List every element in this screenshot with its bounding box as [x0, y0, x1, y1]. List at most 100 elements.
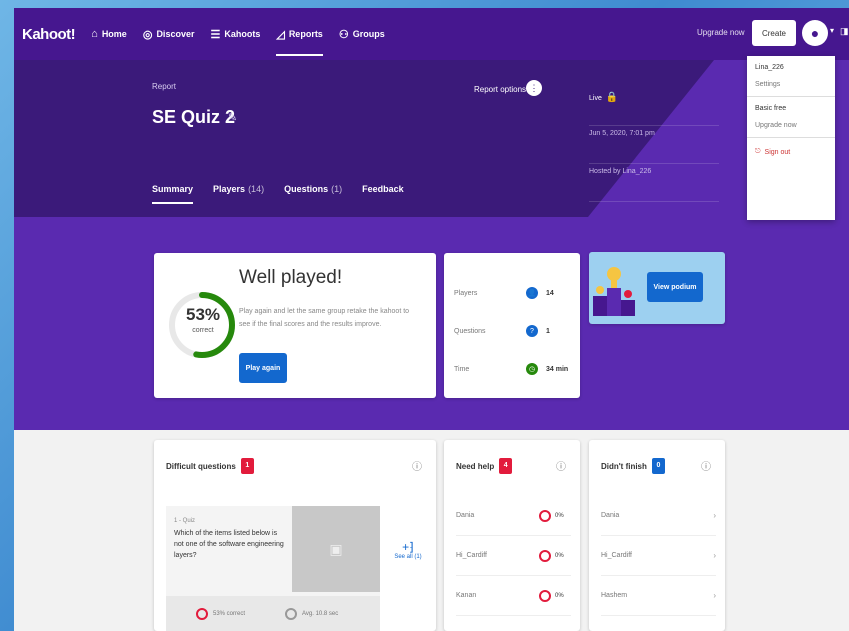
- dropdown-plan-section: Basic free Upgrade now: [747, 97, 835, 138]
- home-icon: ⌂: [91, 28, 98, 40]
- stat-questions-value: 1: [546, 327, 550, 335]
- meta-host: Hosted by Lina_226: [589, 164, 719, 202]
- nav-groups[interactable]: ⚇ Groups: [339, 8, 385, 60]
- meta-status: Live 🔒: [589, 88, 719, 126]
- correct-ring-icon: [196, 607, 208, 620]
- dropdown-settings[interactable]: Settings: [755, 81, 827, 88]
- stat-time-label: Time: [454, 365, 470, 373]
- tab-feedback-label: Feedback: [362, 184, 404, 194]
- question-item[interactable]: 1 - Quiz Which of the items listed below…: [166, 506, 380, 631]
- podium-illustration: [593, 267, 635, 316]
- difficult-questions-card: Difficult questions 1 ⓘ 1 - Quiz Which o…: [154, 440, 436, 631]
- question-number: 1 - Quiz: [174, 518, 196, 524]
- list-item[interactable]: Dania ›: [601, 496, 716, 536]
- didnt-finish-title-label: Didn't finish: [601, 461, 647, 471]
- sign-out-button[interactable]: ⎋ Sign out: [747, 138, 835, 166]
- stat-questions: Questions ? 1: [454, 321, 574, 341]
- player-score: 0%: [555, 552, 564, 559]
- account-dropdown: Lina_226 Settings Basic free Upgrade now…: [747, 56, 835, 220]
- play-again-button[interactable]: Play again: [239, 353, 287, 383]
- need-help-title: Need help 4: [456, 458, 513, 474]
- nav-reports-label: Reports: [288, 29, 323, 39]
- chevron-right-icon: ›: [713, 551, 716, 560]
- chart-icon: ◿: [276, 28, 285, 41]
- list-item[interactable]: Hi_Cardiff 0%: [456, 536, 571, 576]
- difficult-title-label: Difficult questions: [166, 461, 236, 471]
- top-navigation: Kahoot! ⌂ Home ◎ Discover ☰ Kahoots ◿ Re…: [14, 8, 849, 60]
- question-correct: 53% correct: [213, 610, 246, 617]
- report-meta: Live 🔒 Jun 5, 2020, 7:01 pm Hosted by Lin…: [589, 88, 719, 202]
- stats-card: Players 👤 14 Questions ? 1 Time ◷ 34 min: [444, 253, 580, 398]
- list-item[interactable]: Hashem ›: [601, 576, 716, 616]
- caret-down-icon[interactable]: ▾: [830, 26, 834, 35]
- create-button[interactable]: Create: [752, 20, 796, 46]
- pencil-icon[interactable]: ✎: [228, 111, 237, 124]
- list-icon: ☰: [210, 28, 221, 41]
- player-name: Dania: [601, 512, 620, 519]
- more-options-icon[interactable]: ⋮: [526, 80, 542, 96]
- dropdown-upgrade[interactable]: Upgrade now: [755, 122, 827, 129]
- tab-players-label: Players: [213, 184, 246, 194]
- stat-questions-label: Questions: [454, 327, 486, 335]
- player-name: Dania: [456, 512, 475, 519]
- difficult-title: Difficult questions 1: [166, 458, 254, 474]
- see-all-link[interactable]: +⁆ See all (1): [390, 540, 426, 560]
- tab-questions-label: Questions: [284, 184, 329, 194]
- info-icon[interactable]: ⓘ: [701, 458, 711, 473]
- nav-reports[interactable]: ◿ Reports: [276, 8, 324, 60]
- info-icon[interactable]: ⓘ: [556, 458, 566, 473]
- list-item[interactable]: Hi_Cardiff ›: [601, 536, 716, 576]
- result-title: Well played!: [239, 267, 343, 288]
- chevron-right-icon: ›: [713, 511, 716, 520]
- see-all-label: See all (1): [394, 554, 422, 560]
- upgrade-link[interactable]: Upgrade now: [697, 28, 745, 37]
- question-time: Avg. 10.8 sec: [302, 610, 339, 617]
- tab-summary[interactable]: Summary: [152, 184, 194, 204]
- tab-questions[interactable]: Questions (1): [284, 184, 342, 204]
- nav-kahoots[interactable]: ☰ Kahoots: [210, 8, 260, 60]
- need-help-title-label: Need help: [456, 461, 495, 471]
- player-name: Hi_Cardiff: [456, 552, 487, 559]
- tab-questions-count: (1): [331, 184, 343, 194]
- chevron-right-icon: ›: [713, 591, 716, 600]
- collapse-icon[interactable]: ◨: [840, 26, 849, 37]
- score-ring-icon: [539, 549, 551, 562]
- clock-icon: ◷: [526, 363, 538, 375]
- stat-time-value: 34 min: [546, 365, 569, 373]
- stat-players: Players 👤 14: [454, 283, 574, 303]
- kahoot-screen: Kahoot! ⌂ Home ◎ Discover ☰ Kahoots ◿ Re…: [14, 8, 849, 631]
- dropdown-plan: Basic free: [755, 105, 787, 112]
- lock-icon: 🔒: [605, 92, 619, 103]
- avatar[interactable]: ●: [802, 20, 828, 46]
- dropdown-username: Lina_226: [755, 64, 784, 71]
- nav-discover[interactable]: ◎ Discover: [143, 8, 195, 60]
- tab-summary-label: Summary: [152, 184, 194, 194]
- info-icon[interactable]: ⓘ: [412, 458, 422, 473]
- kahoot-logo[interactable]: Kahoot!: [22, 26, 76, 43]
- player-name: Hi_Cardiff: [601, 552, 632, 559]
- question-icon: ?: [526, 325, 538, 337]
- list-item[interactable]: Dania 0%: [456, 496, 571, 536]
- question-footer: 53% correct Avg. 10.8 sec: [166, 596, 380, 631]
- correct-percent: 53%: [185, 305, 221, 324]
- question-text: Which of the items listed below is not o…: [174, 530, 284, 559]
- report-options-label[interactable]: Report options: [474, 85, 526, 94]
- list-item[interactable]: Kanan 0%: [456, 576, 571, 616]
- groups-icon: ⚇: [338, 28, 349, 41]
- compass-icon: ◎: [142, 28, 153, 41]
- stat-time: Time ◷ 34 min: [454, 359, 574, 379]
- tab-feedback[interactable]: Feedback: [362, 184, 404, 204]
- stat-players-label: Players: [454, 289, 478, 297]
- stat-players-value: 14: [546, 289, 554, 297]
- nav-home[interactable]: ⌂ Home: [91, 8, 127, 60]
- player-icon: 👤: [526, 287, 538, 299]
- player-name: Kanan: [456, 592, 477, 599]
- arrow-right-icon: +⁆: [402, 540, 414, 554]
- view-podium-button[interactable]: View podium: [647, 272, 703, 302]
- report-tabs: Summary Players (14) Questions (1) Feedbac…: [152, 184, 424, 204]
- sign-out-icon: ⎋: [755, 148, 761, 155]
- tab-players[interactable]: Players (14): [213, 184, 264, 204]
- need-help-card: Need help 4 ⓘ Dania 0% Hi_Cardiff 0% Kan…: [444, 440, 580, 631]
- page-title: SE Quiz 2: [152, 107, 236, 127]
- report-label: Report: [152, 82, 177, 91]
